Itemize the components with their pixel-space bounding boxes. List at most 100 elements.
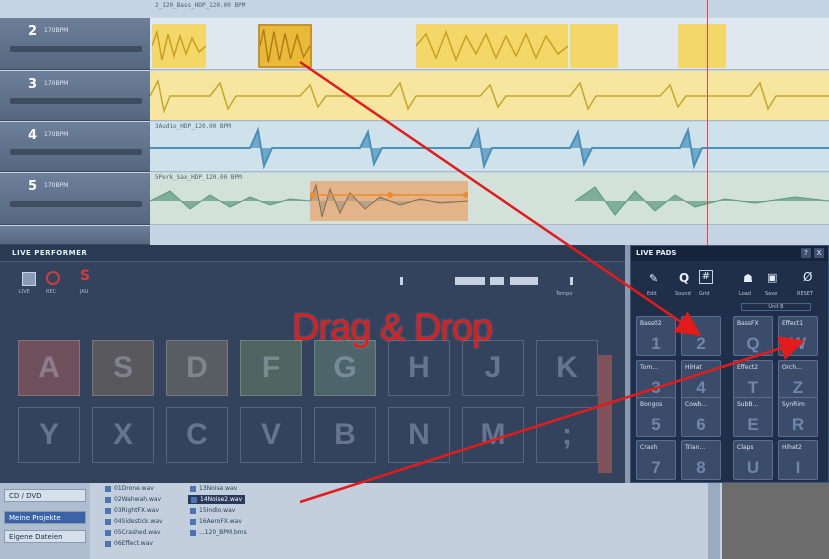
performer-key[interactable]: Y bbox=[18, 407, 80, 463]
wav-file-icon bbox=[105, 507, 111, 514]
pad[interactable]: Bongos 5 bbox=[636, 397, 676, 437]
audio-clip[interactable] bbox=[152, 24, 206, 68]
tool-label-save: Save bbox=[765, 291, 778, 297]
close-button[interactable]: X bbox=[814, 248, 824, 258]
file-item[interactable]: 05Crashed.wav bbox=[105, 529, 160, 536]
track-name: 170BPM bbox=[44, 182, 69, 189]
performer-key[interactable]: V bbox=[240, 407, 302, 463]
live-performer-titlebar: LIVE PERFORMER bbox=[0, 245, 625, 262]
track-name: 170BPM bbox=[44, 80, 69, 87]
pad[interactable]: BassFX Q bbox=[733, 316, 773, 356]
mode-label-jau: JAU bbox=[80, 289, 89, 295]
file-item[interactable]: 01Drone.wav bbox=[105, 485, 154, 492]
file-item[interactable]: 16AeroFX.wav bbox=[190, 518, 242, 525]
arranger-tracks: 2_120_Bass_HDP_120.00 BPM 2 170BPM 3 170… bbox=[0, 0, 829, 245]
track-number: 2 bbox=[28, 24, 38, 39]
tool-label-grid: Grid bbox=[699, 291, 710, 297]
audio-clip[interactable] bbox=[416, 24, 568, 68]
performer-key[interactable]: ; bbox=[536, 407, 598, 463]
lane-label: 5Perk_Sax_HDP_120.00 BPM bbox=[155, 174, 242, 181]
live-mode-icon[interactable] bbox=[22, 272, 36, 286]
nav-my-projects[interactable]: Meine Projekte bbox=[4, 511, 86, 524]
track-header-5[interactable]: 5 170BPM bbox=[0, 173, 150, 225]
performer-key[interactable]: D bbox=[166, 340, 228, 396]
pad[interactable]: Effect1 W bbox=[778, 316, 818, 356]
wav-file-icon bbox=[105, 529, 111, 536]
tool-label-sound: Sound bbox=[675, 291, 691, 297]
tool-label-reset: RESET bbox=[797, 291, 814, 297]
file-item[interactable]: 06Effect.wav bbox=[105, 540, 153, 547]
file-item[interactable]: ...120_BPM.bms bbox=[190, 529, 247, 536]
audio-clip-selected[interactable] bbox=[258, 24, 312, 68]
nav-my-files[interactable]: Eigene Dateien bbox=[4, 530, 86, 543]
pad[interactable]: SubB... E bbox=[733, 397, 773, 437]
top-ruler-label: 2_120_Bass_HDP_120.00 BPM bbox=[155, 2, 246, 9]
pad[interactable]: Tom... 3 bbox=[636, 360, 676, 400]
nav-cd-dvd[interactable]: CD / DVD bbox=[4, 489, 86, 502]
pad[interactable]: Claps U bbox=[733, 440, 773, 480]
performer-key[interactable]: M bbox=[462, 407, 524, 463]
sound-icon[interactable]: Q bbox=[679, 271, 689, 285]
performer-key[interactable]: X bbox=[92, 407, 154, 463]
file-item[interactable]: 04Sidestick.wav bbox=[105, 518, 163, 525]
track-volume-bar[interactable] bbox=[10, 98, 142, 104]
reset-icon[interactable]: Ø bbox=[803, 270, 812, 284]
performer-key[interactable]: A bbox=[18, 340, 80, 396]
file-item[interactable]: 03RightFX.wav bbox=[105, 507, 159, 514]
load-icon[interactable]: ☗ bbox=[743, 272, 753, 285]
audio-clip[interactable] bbox=[678, 24, 726, 68]
live-pads-titlebar: LIVE PADS ? X bbox=[631, 246, 828, 261]
performer-key[interactable]: S bbox=[92, 340, 154, 396]
track-volume-bar[interactable] bbox=[10, 201, 142, 207]
track-volume-bar[interactable] bbox=[10, 46, 142, 52]
performer-key[interactable]: C bbox=[166, 407, 228, 463]
pad[interactable]: Orch... Z bbox=[778, 360, 818, 400]
track-header-6[interactable] bbox=[0, 226, 150, 245]
track-name: 170BPM bbox=[44, 131, 69, 138]
pad[interactable]: Cowb... 6 bbox=[681, 397, 721, 437]
performer-key[interactable]: N bbox=[388, 407, 450, 463]
wav-file-icon bbox=[105, 485, 111, 492]
pad[interactable]: SynRim R bbox=[778, 397, 818, 437]
volume-fader[interactable] bbox=[598, 355, 612, 473]
pad[interactable]: Bass02 1 bbox=[636, 316, 676, 356]
track-lane-2[interactable] bbox=[150, 18, 829, 70]
jam-icon[interactable]: S bbox=[80, 268, 90, 284]
help-button[interactable]: ? bbox=[801, 248, 811, 258]
track-header-2[interactable]: 2 170BPM bbox=[0, 18, 150, 70]
file-item[interactable]: 15Indio.wav bbox=[190, 507, 235, 514]
track-header-3[interactable]: 3 170BPM bbox=[0, 71, 150, 121]
pad[interactable]: Effect2 T bbox=[733, 360, 773, 400]
performer-key[interactable]: K bbox=[536, 340, 598, 396]
track-name: 170BPM bbox=[44, 27, 69, 34]
file-item[interactable]: 13Noise.wav bbox=[190, 485, 237, 492]
pad[interactable]: 2 bbox=[681, 316, 721, 356]
track-volume-bar[interactable] bbox=[10, 149, 142, 155]
performer-key[interactable]: B bbox=[314, 407, 376, 463]
grid-icon[interactable]: # bbox=[699, 270, 713, 284]
edit-icon[interactable]: ✎ bbox=[649, 272, 658, 285]
record-icon[interactable] bbox=[46, 271, 60, 285]
pad[interactable]: Trian... 8 bbox=[681, 440, 721, 480]
quantize-selector[interactable] bbox=[400, 275, 575, 287]
right-empty-area bbox=[722, 483, 829, 559]
pad[interactable]: HiHat 4 bbox=[681, 360, 721, 400]
track-lane-4[interactable]: 3Audio_HDP_120.00 BPM bbox=[150, 122, 829, 172]
track-lane-3[interactable] bbox=[150, 71, 829, 121]
audio-clip[interactable] bbox=[570, 24, 618, 68]
browser-scrollbar[interactable] bbox=[708, 483, 720, 559]
playhead-cursor[interactable] bbox=[707, 0, 708, 245]
audio-clip-orange[interactable] bbox=[310, 181, 468, 221]
pad[interactable]: Crash 7 bbox=[636, 440, 676, 480]
track-lane-5[interactable]: 5Perk_Sax_HDP_120.00 BPM bbox=[150, 173, 829, 225]
pad[interactable]: Hihat2 I bbox=[778, 440, 818, 480]
live-pads-title: LIVE PADS bbox=[636, 249, 677, 257]
tempo-label: Tempo bbox=[556, 291, 573, 297]
save-icon[interactable]: ▣ bbox=[767, 271, 777, 284]
wav-file-icon bbox=[191, 496, 197, 503]
file-item[interactable]: 02Wahwah.wav bbox=[105, 496, 161, 503]
wav-file-icon bbox=[190, 507, 196, 514]
wav-file-icon bbox=[190, 529, 196, 536]
file-item-selected[interactable]: 14Noise2.wav bbox=[188, 495, 246, 504]
track-header-4[interactable]: 4 170BPM bbox=[0, 122, 150, 172]
